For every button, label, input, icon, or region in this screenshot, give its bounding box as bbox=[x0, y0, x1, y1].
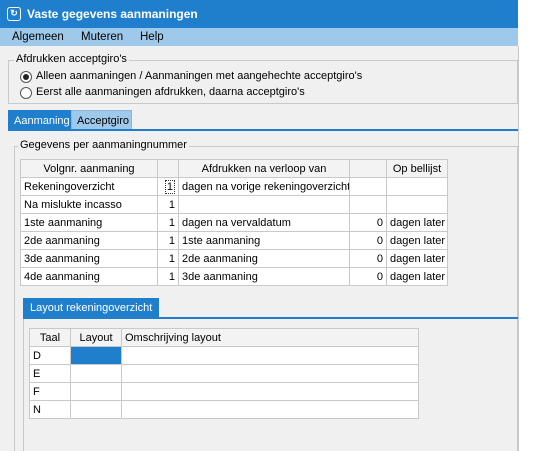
table-row: F bbox=[29, 382, 419, 401]
num-cell[interactable]: 0 bbox=[349, 267, 387, 286]
list-cell[interactable]: dagen later bbox=[386, 213, 448, 232]
list-cell[interactable] bbox=[386, 195, 448, 214]
col-header-layout: Layout bbox=[70, 328, 122, 347]
num-cell[interactable] bbox=[349, 177, 387, 196]
row-label: 1ste aanmaning bbox=[20, 213, 158, 232]
col-header-afdrukken: Afdrukken na verloop van bbox=[178, 159, 350, 178]
after-cell[interactable]: 2de aanmaning bbox=[178, 249, 350, 268]
radio-option-2-label: Eerst alle aanmaningen afdrukken, daarna… bbox=[36, 86, 305, 98]
omschrijving-cell bbox=[121, 382, 419, 401]
table-row: D bbox=[29, 346, 419, 365]
col-header-volgnr: Volgnr. aanmaning bbox=[20, 159, 158, 178]
table-row: 1ste aanmaning 1 dagen na vervaldatum 0 … bbox=[20, 213, 448, 232]
col-header-omschrijving: Omschrijving layout bbox=[121, 328, 419, 347]
after-cell[interactable]: dagen na vorige rekeningoverzicht bbox=[178, 177, 350, 196]
taal-cell: F bbox=[29, 382, 71, 401]
layout-tab-underline bbox=[23, 317, 518, 319]
count-cell[interactable]: 1 bbox=[157, 195, 179, 214]
layout-table: Taal Layout Omschrijving layout D E F N bbox=[29, 328, 419, 419]
col-header-count bbox=[157, 159, 179, 178]
layout-cell[interactable] bbox=[70, 382, 122, 401]
taal-cell: N bbox=[29, 400, 71, 419]
omschrijving-cell bbox=[121, 400, 419, 419]
after-cell[interactable] bbox=[178, 195, 350, 214]
row-label: 3de aanmaning bbox=[20, 249, 158, 268]
print-group-label: Afdrukken acceptgiro's bbox=[14, 53, 129, 65]
row-label: 4de aanmaning bbox=[20, 267, 158, 286]
table-row: Na mislukte incasso 1 bbox=[20, 195, 448, 214]
tab-layout-rekeningoverzicht[interactable]: Layout rekeningoverzicht bbox=[23, 298, 160, 318]
window-edge bbox=[518, 46, 538, 451]
row-label: 2de aanmaning bbox=[20, 231, 158, 250]
table-row: 4de aanmaning 1 3de aanmaning 0 dagen la… bbox=[20, 267, 448, 286]
table-row: 2de aanmaning 1 1ste aanmaning 0 dagen l… bbox=[20, 231, 448, 250]
list-cell[interactable]: dagen later bbox=[386, 231, 448, 250]
radio-option-1-label: Alleen aanmaningen / Aanmaningen met aan… bbox=[36, 70, 363, 82]
menu-muteren[interactable]: Muteren bbox=[81, 31, 123, 43]
col-header-num bbox=[349, 159, 387, 178]
app-icon: ↻ bbox=[7, 7, 21, 21]
row-label: Na mislukte incasso bbox=[20, 195, 158, 214]
title-bar: ↻ Vaste gegevens aanmaningen bbox=[0, 0, 538, 28]
list-cell[interactable] bbox=[386, 177, 448, 196]
title-bar-edge bbox=[518, 0, 538, 28]
reminder-group-label: Gegevens per aanmaningnummer bbox=[18, 139, 189, 151]
reminder-table: Volgnr. aanmaning Afdrukken na verloop v… bbox=[20, 159, 448, 286]
num-cell[interactable]: 0 bbox=[349, 213, 387, 232]
tab-underline bbox=[8, 129, 518, 131]
table-row: N bbox=[29, 400, 419, 419]
omschrijving-cell bbox=[121, 346, 419, 365]
tab-aanmaning[interactable]: Aanmaning bbox=[8, 110, 71, 130]
reminder-table-header: Volgnr. aanmaning Afdrukken na verloop v… bbox=[20, 159, 448, 178]
menu-bar-edge bbox=[518, 28, 538, 46]
layout-cell[interactable] bbox=[70, 400, 122, 419]
col-header-taal: Taal bbox=[29, 328, 71, 347]
taal-cell: E bbox=[29, 364, 71, 383]
row-label: Rekeningoverzicht bbox=[20, 177, 158, 196]
omschrijving-cell bbox=[121, 364, 419, 383]
table-row: Rekeningoverzicht 1 dagen na vorige reke… bbox=[20, 177, 448, 196]
list-cell[interactable]: dagen later bbox=[386, 249, 448, 268]
count-cell[interactable]: 1 bbox=[157, 177, 179, 196]
count-cell[interactable]: 1 bbox=[157, 249, 179, 268]
after-cell[interactable]: 1ste aanmaning bbox=[178, 231, 350, 250]
tab-acceptgiro[interactable]: Acceptgiro bbox=[71, 110, 132, 130]
menu-bar: Algemeen Muteren Help bbox=[0, 28, 538, 46]
radio-button-checked[interactable] bbox=[20, 71, 32, 83]
count-cell[interactable]: 1 bbox=[157, 231, 179, 250]
window-title: Vaste gegevens aanmaningen bbox=[27, 7, 198, 21]
taal-cell: D bbox=[29, 346, 71, 365]
radio-button[interactable] bbox=[20, 87, 32, 99]
menu-algemeen[interactable]: Algemeen bbox=[12, 31, 64, 43]
table-row: 3de aanmaning 1 2de aanmaning 0 dagen la… bbox=[20, 249, 448, 268]
count-value[interactable]: 1 bbox=[164, 179, 175, 194]
num-cell[interactable] bbox=[349, 195, 387, 214]
count-cell[interactable]: 1 bbox=[157, 267, 179, 286]
menu-help[interactable]: Help bbox=[140, 31, 164, 43]
table-row: E bbox=[29, 364, 419, 383]
num-cell[interactable]: 0 bbox=[349, 249, 387, 268]
col-header-bellijst: Op bellijst bbox=[386, 159, 448, 178]
layout-cell[interactable] bbox=[70, 364, 122, 383]
layout-cell[interactable] bbox=[70, 346, 122, 365]
count-cell[interactable]: 1 bbox=[157, 213, 179, 232]
num-cell[interactable]: 0 bbox=[349, 231, 387, 250]
after-cell[interactable]: dagen na vervaldatum bbox=[178, 213, 350, 232]
after-cell[interactable]: 3de aanmaning bbox=[178, 267, 350, 286]
list-cell[interactable]: dagen later bbox=[386, 267, 448, 286]
layout-table-header: Taal Layout Omschrijving layout bbox=[29, 328, 419, 347]
